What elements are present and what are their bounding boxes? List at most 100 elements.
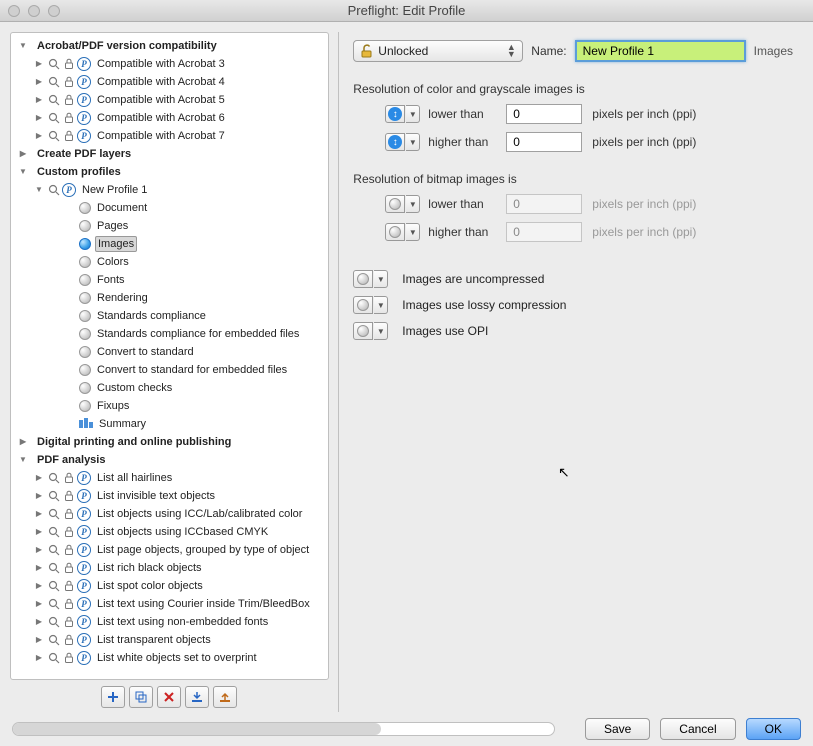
disclosure-triangle-icon[interactable] [33,487,45,505]
disclosure-triangle-icon[interactable] [33,109,45,127]
severity-button-disabled[interactable] [385,223,405,241]
cancel-button[interactable]: Cancel [660,718,735,740]
ok-button[interactable]: OK [746,718,801,740]
save-button[interactable]: Save [585,718,650,740]
status-dot-icon [79,238,91,250]
tree-item-compat-1[interactable]: PCompatible with Acrobat 4 [13,73,326,91]
delete-button[interactable] [157,686,181,708]
tree-category-layers[interactable]: Create PDF layers [13,145,326,163]
tree-child-summary[interactable]: Summary [13,415,326,433]
severity-button[interactable]: ↕ [385,133,405,151]
magnify-icon [47,579,61,593]
disclosure-triangle-icon[interactable] [33,595,45,613]
severity-menu[interactable]: ▼ [374,270,388,288]
severity-menu[interactable]: ▼ [374,296,388,314]
color-higher-row: ↕ ▼ higher than pixels per inch (ppi) [385,132,793,152]
tree-item-analysis-4[interactable]: PList page objects, grouped by type of o… [13,541,326,559]
severity-menu[interactable]: ▼ [406,105,420,123]
disclosure-triangle-icon[interactable] [17,433,29,451]
color-higher-input[interactable] [506,132,582,152]
tree-item-analysis-8[interactable]: PList text using non-embedded fonts [13,613,326,631]
severity-button[interactable]: ↕ [385,105,405,123]
tree-child-document[interactable]: Document [13,199,326,217]
profile-icon: P [77,579,91,593]
lock-icon [62,525,76,539]
bitmap-higher-input[interactable] [506,222,582,242]
tree-child-fixups[interactable]: Fixups [13,397,326,415]
severity-button-disabled[interactable] [353,270,373,288]
tree-category-custom[interactable]: Custom profiles [13,163,326,181]
tree-item-compat-3[interactable]: PCompatible with Acrobat 6 [13,109,326,127]
lock-icon [62,579,76,593]
profile-name-input[interactable] [575,40,746,62]
tree-item-compat-2[interactable]: PCompatible with Acrobat 5 [13,91,326,109]
magnify-icon [47,543,61,557]
disclosure-triangle-icon[interactable] [33,55,45,73]
tree-item-label: Standards compliance for embedded files [95,325,301,343]
tree-item-label: List invisible text objects [95,487,217,505]
disclosure-triangle-icon[interactable] [33,181,45,199]
disclosure-triangle-icon[interactable] [33,505,45,523]
tree-category-analysis[interactable]: PDF analysis [13,451,326,469]
tree-item-analysis-6[interactable]: PList spot color objects [13,577,326,595]
color-lower-input[interactable] [506,104,582,124]
tree-item-analysis-7[interactable]: PList text using Courier inside Trim/Ble… [13,595,326,613]
horizontal-scrollbar[interactable] [12,722,555,736]
tree-item-analysis-5[interactable]: PList rich black objects [13,559,326,577]
disclosure-triangle-icon[interactable] [17,145,29,163]
tree-category-digital[interactable]: Digital printing and online publishing [13,433,326,451]
disclosure-triangle-icon[interactable] [17,451,29,469]
disclosure-triangle-icon[interactable] [33,631,45,649]
tree-child-convert-to-standard[interactable]: Convert to standard [13,343,326,361]
tree-item-new-profile[interactable]: PNew Profile 1 [13,181,326,199]
disclosure-triangle-icon[interactable] [33,649,45,667]
tree-item-compat-0[interactable]: PCompatible with Acrobat 3 [13,55,326,73]
tree-child-standards-compliance-for-embedded-files[interactable]: Standards compliance for embedded files [13,325,326,343]
profile-tree-scroll[interactable]: Acrobat/PDF version compatibilityPCompat… [11,33,328,669]
export-button[interactable] [213,686,237,708]
disclosure-triangle-icon[interactable] [33,577,45,595]
disclosure-triangle-icon[interactable] [33,469,45,487]
tree-item-analysis-2[interactable]: PList objects using ICC/Lab/calibrated c… [13,505,326,523]
disclosure-triangle-icon[interactable] [33,127,45,145]
severity-menu[interactable]: ▼ [374,322,388,340]
profile-icon: P [77,543,91,557]
import-button[interactable] [185,686,209,708]
tree-item-compat-4[interactable]: PCompatible with Acrobat 7 [13,127,326,145]
disclosure-triangle-icon[interactable] [33,523,45,541]
severity-button-disabled[interactable] [385,195,405,213]
disclosure-triangle-icon[interactable] [17,163,29,181]
lock-status-select[interactable]: Unlocked ▲▼ [353,40,523,62]
tree-item-analysis-3[interactable]: PList objects using ICCbased CMYK [13,523,326,541]
tree-child-colors[interactable]: Colors [13,253,326,271]
severity-menu[interactable]: ▼ [406,223,420,241]
tree-child-pages[interactable]: Pages [13,217,326,235]
disclosure-triangle-icon[interactable] [33,613,45,631]
bitmap-lower-input[interactable] [506,194,582,214]
severity-button-disabled[interactable] [353,322,373,340]
add-button[interactable] [101,686,125,708]
severity-menu[interactable]: ▼ [406,133,420,151]
tree-child-custom-checks[interactable]: Custom checks [13,379,326,397]
disclosure-triangle-icon[interactable] [33,73,45,91]
tree-item-label: Custom profiles [35,163,123,181]
tree-item-analysis-0[interactable]: PList all hairlines [13,469,326,487]
duplicate-button[interactable] [129,686,153,708]
tree-item-analysis-1[interactable]: PList invisible text objects [13,487,326,505]
disclosure-triangle-icon[interactable] [33,541,45,559]
disclosure-triangle-icon[interactable] [33,559,45,577]
disclosure-triangle-icon[interactable] [17,37,29,55]
tree-item-analysis-9[interactable]: PList transparent objects [13,631,326,649]
severity-menu[interactable]: ▼ [406,195,420,213]
lock-icon [62,615,76,629]
bitmap-lower-row: ▼ lower than pixels per inch (ppi) [385,194,793,214]
tree-category-compat[interactable]: Acrobat/PDF version compatibility [13,37,326,55]
tree-child-fonts[interactable]: Fonts [13,271,326,289]
tree-child-standards-compliance[interactable]: Standards compliance [13,307,326,325]
severity-button-disabled[interactable] [353,296,373,314]
tree-item-analysis-10[interactable]: PList white objects set to overprint [13,649,326,667]
disclosure-triangle-icon[interactable] [33,91,45,109]
tree-child-images[interactable]: Images [13,235,326,253]
tree-child-rendering[interactable]: Rendering [13,289,326,307]
tree-child-convert-to-standard-for-embedded-files[interactable]: Convert to standard for embedded files [13,361,326,379]
